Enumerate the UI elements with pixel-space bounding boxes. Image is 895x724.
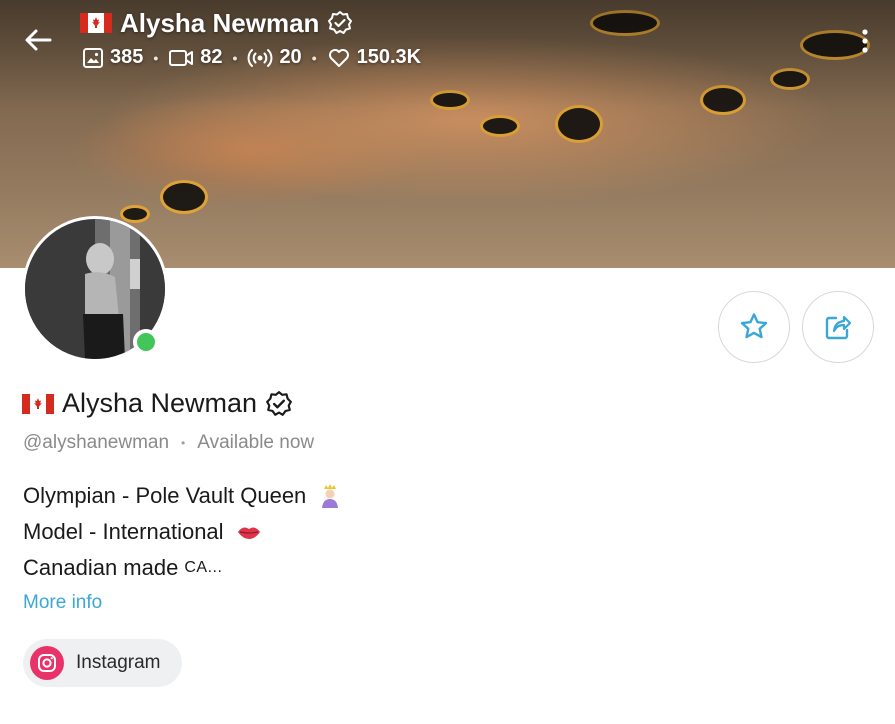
flag-canada-icon — [80, 13, 112, 33]
bio-line-text: Model - International — [23, 519, 224, 544]
back-button[interactable] — [22, 24, 54, 56]
stat-photos-count: 385 — [110, 46, 144, 68]
video-icon — [169, 49, 194, 66]
more-options-button[interactable] — [855, 26, 875, 56]
stat-streams-count: 20 — [279, 46, 302, 68]
bio-line: Olympian - Pole Vault Queen — [23, 478, 342, 514]
profile-name: Alysha Newman — [62, 388, 258, 418]
stat-videos[interactable]: 82 — [168, 46, 223, 69]
profile-name-row: Alysha Newman — [22, 388, 293, 419]
broadcast-icon — [248, 48, 273, 67]
header-title-row: Alysha Newman — [80, 6, 353, 40]
star-icon — [740, 313, 768, 339]
instagram-link[interactable]: Instagram — [23, 639, 183, 687]
bio-line: Canadian made CA... — [23, 550, 342, 586]
crown-person-emoji-icon — [322, 484, 339, 508]
stat-streams[interactable]: 20 — [247, 46, 302, 69]
image-icon — [83, 47, 103, 68]
share-button[interactable] — [802, 291, 874, 363]
back-arrow-icon — [25, 29, 52, 51]
favorite-button[interactable] — [718, 291, 790, 363]
header-stats: 385 • 82 • 20 • 150.3K — [82, 46, 421, 69]
bio-line-text: Olympian - Pole Vault Queen — [23, 483, 307, 508]
top-bar: Alysha Newman 385 • 82 • 20 • 150.3K — [0, 0, 895, 80]
bio-line-suffix: CA... — [184, 559, 223, 576]
verified-icon — [328, 11, 353, 34]
share-icon — [825, 315, 852, 340]
more-vertical-icon — [862, 29, 868, 53]
separator-dot: • — [311, 49, 317, 66]
heart-icon — [328, 48, 349, 67]
profile-handle: @alyshanewman — [23, 432, 170, 453]
more-info-link[interactable]: More info — [23, 592, 102, 614]
bio-line: Model - International — [23, 514, 342, 550]
online-status-dot — [133, 329, 159, 355]
instagram-label: Instagram — [76, 652, 161, 673]
stat-videos-count: 82 — [200, 46, 223, 68]
header-title: Alysha Newman — [120, 7, 320, 38]
flag-canada-icon — [22, 393, 54, 414]
availability-status: Available now — [197, 432, 315, 453]
profile-bio: Olympian - Pole Vault Queen Model - Inte… — [23, 478, 342, 586]
separator-dot: • — [153, 49, 159, 66]
bio-line-text: Canadian made — [23, 555, 179, 580]
verified-icon — [266, 390, 293, 416]
stat-likes[interactable]: 150.3K — [327, 46, 422, 69]
instagram-icon — [30, 646, 64, 680]
profile-handle-row: @alyshanewman • Available now — [23, 432, 314, 454]
stat-likes-count: 150.3K — [356, 46, 422, 68]
stat-photos[interactable]: 385 — [82, 46, 143, 69]
separator-dot: • — [181, 436, 186, 450]
separator-dot: • — [232, 49, 238, 66]
lips-emoji-icon — [237, 527, 260, 539]
